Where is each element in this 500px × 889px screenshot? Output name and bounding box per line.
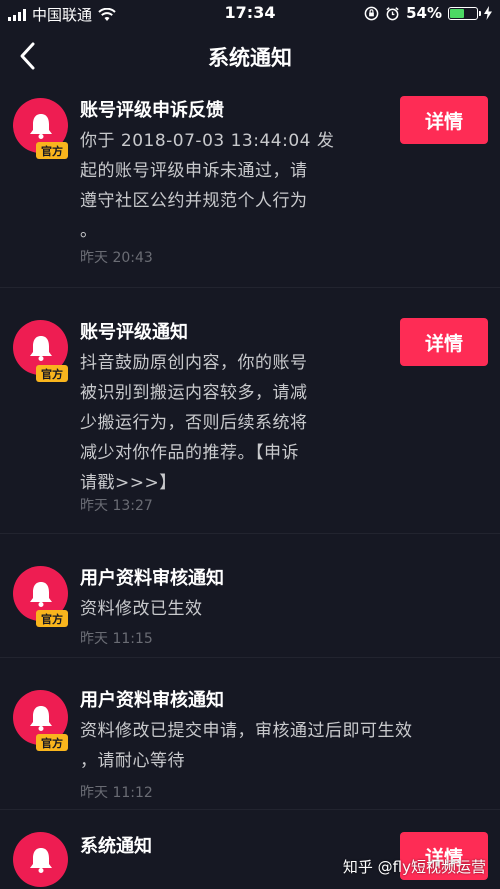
battery-icon [448,6,481,20]
body-line: 。 [80,221,98,241]
avatar [13,832,68,887]
notification-title: 账号评级通知 [80,322,188,343]
notification-title: 用户资料审核通知 [80,568,224,589]
notification-title: 账号评级申诉反馈 [80,100,224,121]
notification-item[interactable]: 官方 用户资料审核通知 资料修改已提交申请，审核通过后即可生效 ，请耐心等待 昨… [0,658,500,810]
detail-button[interactable]: 详情 [400,318,488,366]
notification-body: 资料修改已提交申请，审核通过后即可生效 ，请耐心等待 [80,716,413,776]
body-line: 抖音鼓励原创内容，你的账号 [80,353,308,373]
notification-screen: 中国联通 17:34 54% 系统通知 官方 账号评级申诉反馈 你于 2018-… [0,0,500,889]
detail-button[interactable]: 详情 [400,96,488,144]
bell-icon [29,847,52,873]
notification-time: 昨天 11:15 [80,631,153,647]
body-line: 请戳>>>】 [80,473,177,493]
body-line: 资料修改已生效 [80,599,203,619]
battery-level-fill [450,8,465,18]
body-line: 你于 2018-07-03 13:44:04 发 [80,131,335,151]
rotation-lock-icon [364,6,379,20]
watermark: 知乎 @fly短视频运营 [342,858,486,876]
body-line: 被识别到搬运内容较多，请减 [80,383,308,403]
body-line: 遵守社区公约并规范个人行为 [80,191,308,211]
official-badge: 官方 [36,734,68,751]
notification-time: 昨天 20:43 [80,250,153,266]
status-bar: 中国联通 17:34 54% [0,0,500,28]
bell-icon [29,335,52,361]
bell-icon [29,113,52,139]
notification-list: 官方 账号评级申诉反馈 你于 2018-07-03 13:44:04 发 起的账… [0,84,500,887]
bell-icon [29,581,52,607]
body-line: ，请耐心等待 [80,751,185,771]
page-title: 系统通知 [208,46,292,70]
status-right: 54% [364,4,492,22]
notification-time: 昨天 13:27 [80,498,153,514]
notification-body: 资料修改已生效 [80,594,203,624]
notification-time: 昨天 11:12 [80,785,153,801]
notification-item[interactable]: 官方 账号评级申诉反馈 你于 2018-07-03 13:44:04 发 起的账… [0,84,500,288]
charging-bolt-icon [484,6,492,20]
body-line: 少搬运行为，否则后续系统将 [80,413,308,433]
official-badge: 官方 [36,610,68,627]
notification-item[interactable]: 官方 账号评级通知 抖音鼓励原创内容，你的账号 被识别到搬运内容较多，请减 少搬… [0,288,500,534]
battery-percent: 54% [406,4,442,22]
body-line: 资料修改已提交申请，审核通过后即可生效 [80,721,413,741]
notification-body: 抖音鼓励原创内容，你的账号 被识别到搬运内容较多，请减 少搬运行为，否则后续系统… [80,348,308,498]
notification-body: 你于 2018-07-03 13:44:04 发 起的账号评级申诉未通过，请 遵… [80,126,334,246]
body-line: 减少对你作品的推荐。【申诉 [80,443,299,463]
bell-icon [29,705,52,731]
official-badge: 官方 [36,365,68,382]
nav-bar: 系统通知 [0,28,500,84]
official-badge: 官方 [36,142,68,159]
notification-item[interactable]: 官方 用户资料审核通知 资料修改已生效 昨天 11:15 [0,534,500,658]
alarm-icon [386,6,399,20]
notification-title: 系统通知 [80,836,152,857]
notification-title: 用户资料审核通知 [80,690,224,711]
body-line: 起的账号评级申诉未通过，请 [80,161,308,181]
